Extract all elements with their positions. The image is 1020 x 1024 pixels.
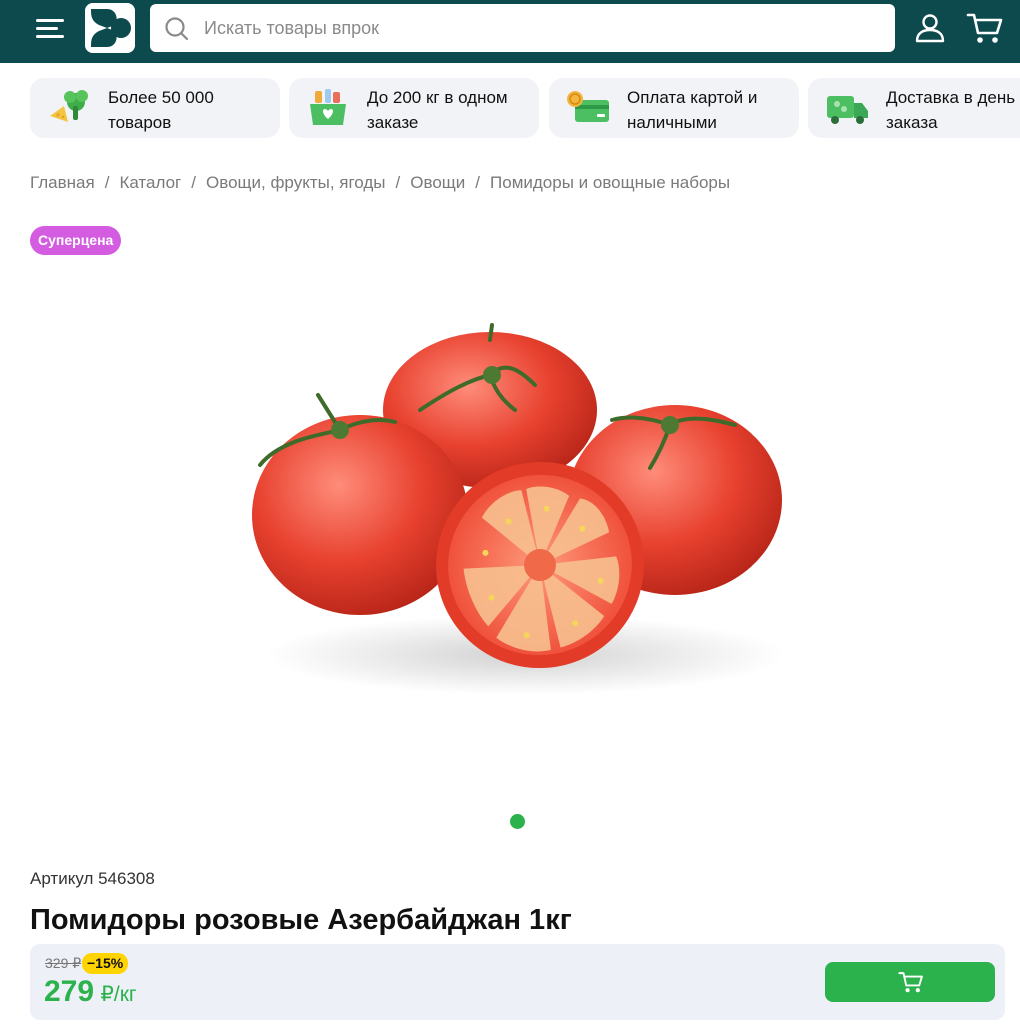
- current-price: 279: [44, 975, 95, 1008]
- breadcrumb-separator: /: [191, 173, 196, 192]
- breadcrumb-separator: /: [104, 173, 110, 192]
- delivery-truck-icon: [827, 96, 868, 124]
- search-bar: [150, 4, 895, 52]
- breadcrumb-link-catalog[interactable]: Каталог: [119, 173, 181, 192]
- super-price-badge: Суперцена: [30, 226, 122, 255]
- feature-text: Оплата картой и наличными: [627, 88, 758, 132]
- feature-text: Более 50 000 товаров: [108, 88, 214, 132]
- breadcrumb-separator: /: [475, 173, 481, 192]
- feature-text: До 200 кг в одном заказе: [367, 88, 508, 132]
- product-title: Помидоры розовые Азербайджан 1кг: [30, 904, 572, 936]
- breadcrumb: Главная / Каталог / Овощи, фрукты, ягоды / Ово…: [30, 173, 730, 195]
- feature-card-delivery[interactable]: Доставка в день заказа: [808, 78, 1020, 138]
- feature-text: Доставка в день заказа: [886, 88, 1016, 132]
- search-icon[interactable]: [164, 16, 190, 42]
- logo[interactable]: [85, 3, 135, 53]
- breadcrumb-link-tomatoes[interactable]: Помидоры и овощные наборы: [490, 173, 730, 192]
- price-row: 279 ₽/кг: [44, 975, 137, 1009]
- cart-icon: [898, 972, 923, 993]
- features-row: Более 50 000 товаров До 200 кг в одном з…: [30, 78, 1020, 138]
- discount-badge: −15%: [82, 953, 129, 974]
- feature-card-assortment[interactable]: Более 50 000 товаров: [30, 78, 280, 138]
- breadcrumb-link-vegetables[interactable]: Овощи: [410, 173, 465, 192]
- price-unit: ₽/кг: [100, 983, 137, 1006]
- search-input[interactable]: [204, 4, 884, 52]
- menu-icon[interactable]: [34, 14, 68, 44]
- breadcrumb-link-produce[interactable]: Овощи, фрукты, ягоды: [206, 173, 386, 192]
- breadcrumb-separator: /: [395, 173, 401, 192]
- top-header: [0, 0, 1020, 63]
- feature-card-weight[interactable]: До 200 кг в одном заказе: [289, 78, 539, 138]
- product-image[interactable]: [240, 300, 800, 720]
- grocery-box-icon: [310, 89, 346, 125]
- breadcrumb-link-home[interactable]: Главная: [30, 173, 95, 192]
- feature-card-payment[interactable]: Оплата картой и наличными: [549, 78, 799, 138]
- old-price: 329 ₽: [45, 955, 82, 971]
- cart-icon[interactable]: [966, 11, 1004, 45]
- product-article: Артикул 546308: [30, 869, 155, 888]
- price-panel: 329 ₽ −15% 279 ₽/кг: [30, 944, 1005, 1020]
- user-icon[interactable]: [914, 12, 946, 44]
- vegetables-icon: [50, 90, 88, 122]
- card-cash-icon: [567, 91, 609, 122]
- carousel-dot-active[interactable]: [510, 814, 525, 829]
- add-to-cart-button[interactable]: [825, 962, 995, 1002]
